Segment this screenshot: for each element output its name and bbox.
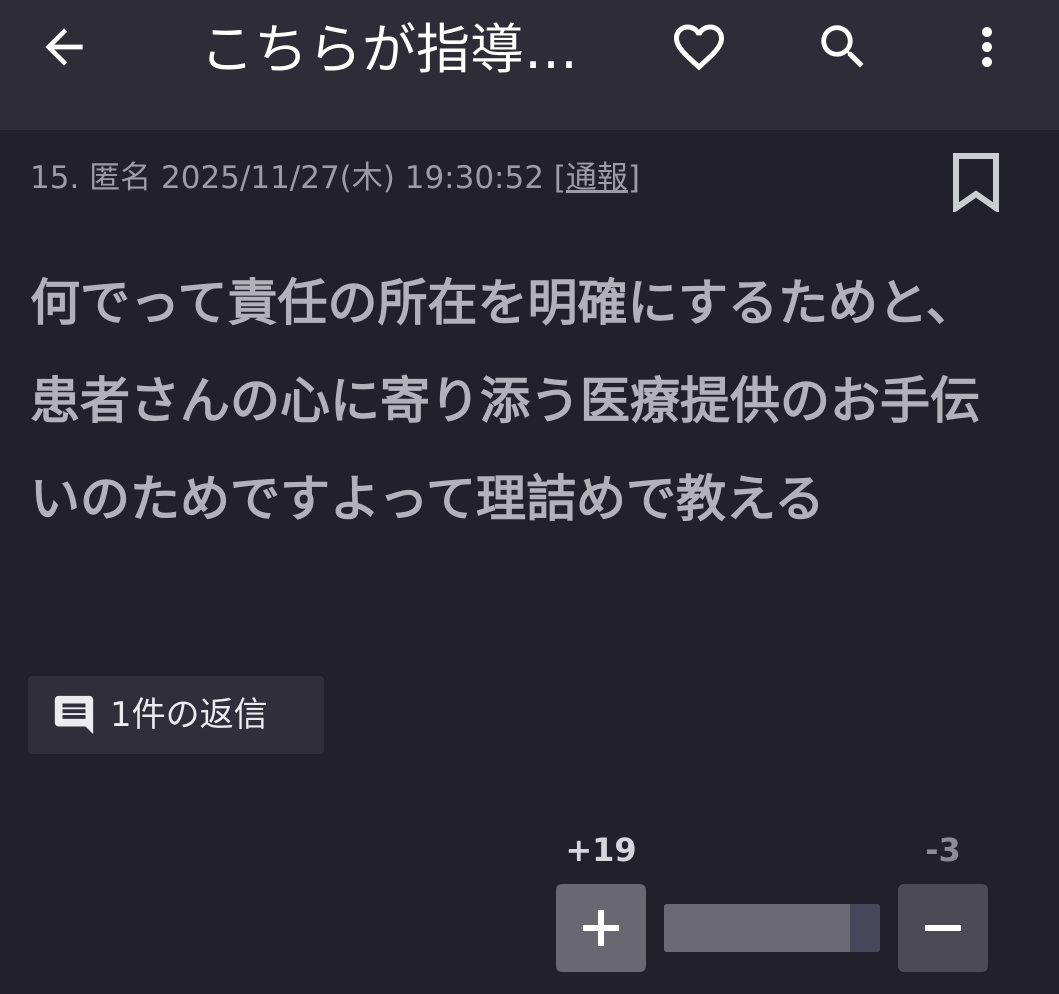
vote-ratio-bar	[664, 904, 880, 952]
post-meta-close: ]	[627, 160, 641, 196]
comment-icon	[50, 691, 98, 739]
app-bar: こちらが指導…	[0, 0, 1059, 130]
post-body: 何でって責任の所在を明確にするためと、患者さんの心に寄り添う医療提供のお手伝いの…	[30, 274, 980, 528]
vote-ratio-fill	[664, 904, 850, 952]
minus-icon	[925, 925, 961, 931]
heart-icon[interactable]	[659, 7, 739, 87]
replies-label: 1件の返信	[110, 695, 268, 735]
plus-icon	[583, 910, 619, 946]
plus-vote-button[interactable]	[556, 884, 646, 972]
minus-vote-button[interactable]	[898, 884, 988, 972]
post-meta-info: 15. 匿名 2025/11/27(木) 19:30:52 [	[30, 160, 566, 196]
more-vert-icon[interactable]	[947, 7, 1027, 87]
plus-vote-count: +19	[565, 831, 637, 869]
search-icon[interactable]	[803, 7, 883, 87]
minus-vote-count: -3	[925, 831, 961, 869]
replies-button[interactable]: 1件の返信	[28, 676, 324, 754]
post-meta: 15. 匿名 2025/11/27(木) 19:30:52 [通報]	[30, 156, 640, 200]
bookmark-icon[interactable]	[950, 152, 1002, 212]
page-title: こちらが指導…	[200, 18, 578, 81]
back-arrow-icon[interactable]	[24, 7, 104, 87]
report-link[interactable]: 通報	[566, 160, 628, 196]
